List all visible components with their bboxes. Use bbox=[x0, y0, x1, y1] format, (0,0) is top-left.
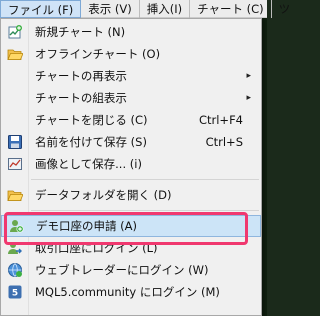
web-trader-icon bbox=[1, 259, 29, 281]
menu-insert[interactable]: 挿入(I) bbox=[140, 0, 191, 18]
menu-item-login-mql5[interactable]: 5 MQL5.community にログイン (M) bbox=[1, 281, 261, 303]
menu-view[interactable]: 表示 (V) bbox=[81, 0, 140, 18]
shortcut-text: Ctrl+S bbox=[205, 135, 243, 149]
svg-text:5: 5 bbox=[12, 289, 18, 299]
shortcut-text: Ctrl+F4 bbox=[198, 113, 243, 127]
menu-item-label: 取引口座にログイン (L) bbox=[35, 241, 158, 255]
menu-item-new-chart[interactable]: 新規チャート (N) bbox=[1, 21, 261, 43]
menu-item-demo-account[interactable]: デモ口座の申請 (A) bbox=[1, 215, 261, 237]
menu-item-open-data-folder[interactable]: データフォルダを開く (D) bbox=[1, 184, 261, 206]
menu-file[interactable]: ファイル (F) bbox=[0, 0, 82, 18]
open-folder-icon bbox=[1, 43, 29, 65]
menu-item-label: MQL5.community にログイン (M) bbox=[35, 285, 220, 299]
menu-item-label: データフォルダを開く (D) bbox=[35, 188, 172, 202]
menu-item-close-chart[interactable]: チャートを閉じる (C) Ctrl+F4 bbox=[1, 109, 261, 131]
menu-item-label: 名前を付けて保存 (S) bbox=[35, 135, 147, 149]
submenu-arrow-icon: ▸ bbox=[246, 93, 251, 103]
menu-item-login-webtrader[interactable]: ウェブトレーダーにログイン (W) bbox=[1, 259, 261, 281]
demo-account-icon bbox=[2, 215, 30, 237]
menu-item-label: チャートの再表示 bbox=[35, 69, 127, 83]
login-icon bbox=[1, 237, 29, 259]
save-icon bbox=[1, 131, 29, 153]
menu-item-label: 新規チャート (N) bbox=[35, 25, 126, 39]
file-menu-dropdown: 新規チャート (N) オフラインチャート (O) チャートの再表示 ▸ チャート… bbox=[0, 18, 262, 316]
image-save-icon bbox=[1, 153, 29, 175]
menu-item-chart-set[interactable]: チャートの組表示 ▸ bbox=[1, 87, 261, 109]
menu-tools[interactable]: ツ bbox=[272, 0, 298, 18]
chart-background-strip bbox=[262, 18, 267, 316]
menu-bar: ファイル (F) 表示 (V) 挿入(I) チャート (C) ツ bbox=[0, 0, 290, 18]
folder-icon bbox=[1, 184, 29, 206]
menu-item-label: ウェブトレーダーにログイン (W) bbox=[35, 263, 209, 277]
menu-item-label: オフラインチャート (O) bbox=[35, 47, 161, 61]
menu-item-label: チャートを閉じる (C) bbox=[35, 113, 148, 127]
new-chart-icon bbox=[1, 21, 29, 43]
menu-item-login-trade[interactable]: 取引口座にログイン (L) bbox=[1, 237, 261, 259]
menu-item-label: デモ口座の申請 (A) bbox=[36, 219, 137, 233]
menu-chart[interactable]: チャート (C) bbox=[190, 0, 272, 18]
menu-separator bbox=[1, 206, 261, 215]
menu-separator bbox=[1, 175, 261, 184]
menu-item-save-image[interactable]: 画像として保存... (i) bbox=[1, 153, 261, 175]
menu-item-label: 画像として保存... (i) bbox=[35, 157, 142, 171]
menu-item-label: チャートの組表示 bbox=[35, 91, 127, 105]
menu-item-offline-chart[interactable]: オフラインチャート (O) bbox=[1, 43, 261, 65]
menu-item-save-as[interactable]: 名前を付けて保存 (S) Ctrl+S bbox=[1, 131, 261, 153]
mql5-icon: 5 bbox=[1, 281, 29, 303]
submenu-arrow-icon: ▸ bbox=[246, 71, 251, 81]
menu-item-chart-reshow[interactable]: チャートの再表示 ▸ bbox=[1, 65, 261, 87]
